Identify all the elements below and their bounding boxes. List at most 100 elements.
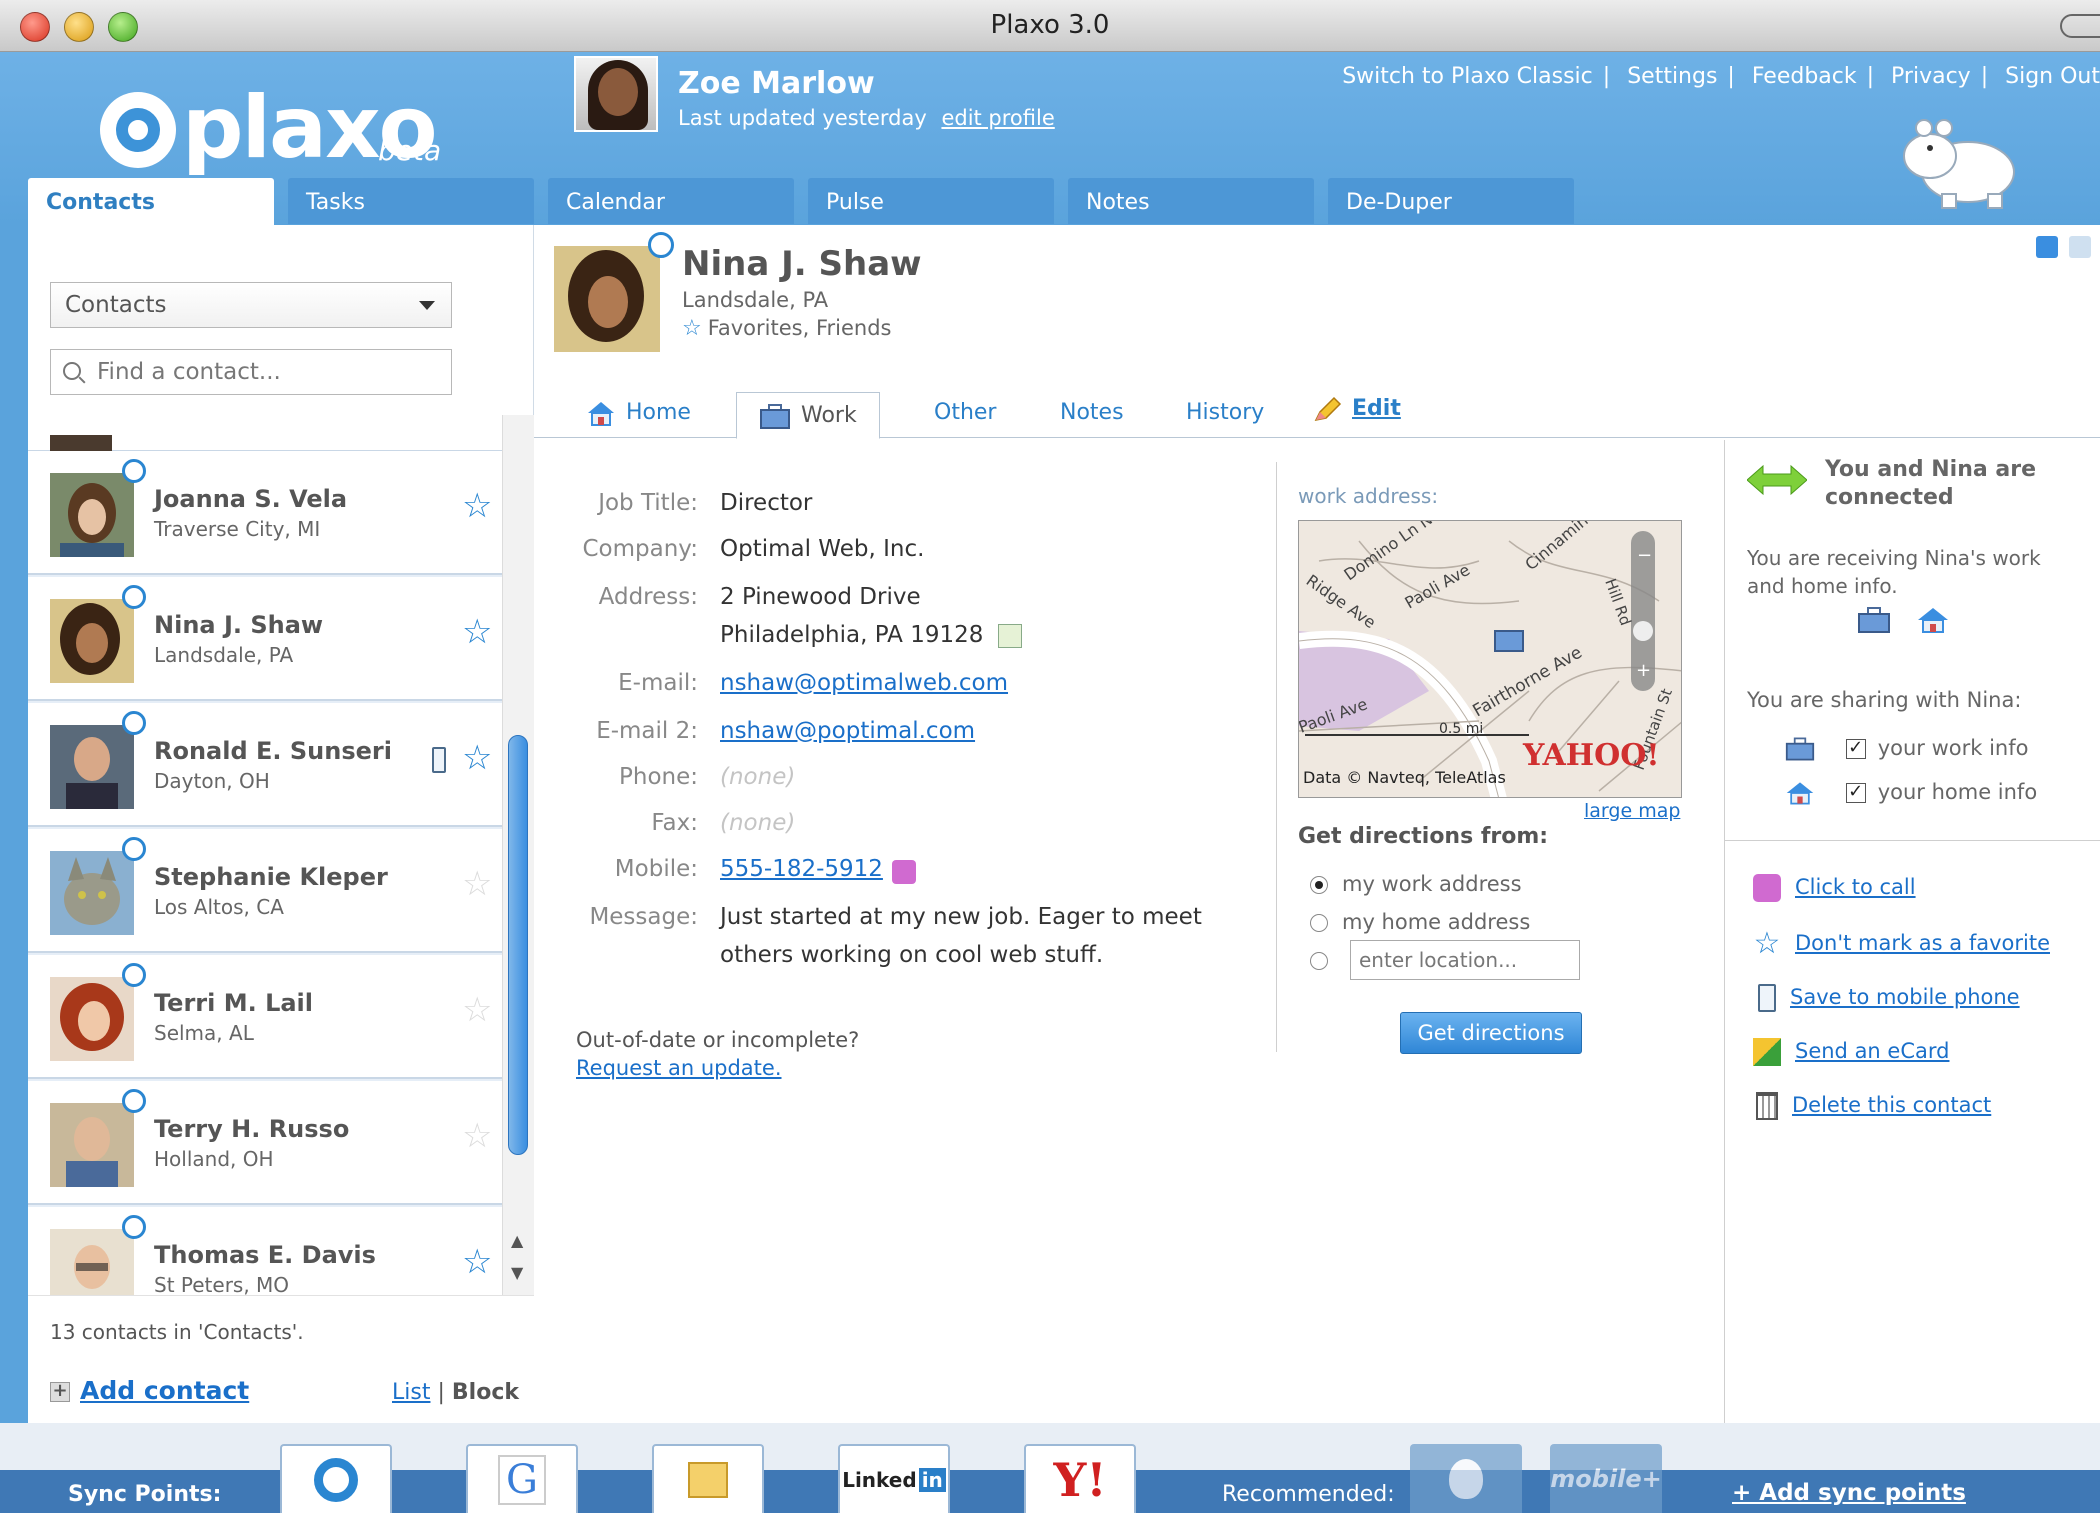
- list-item[interactable]: Terry H. Russo Holland, OH ☆: [28, 1081, 502, 1205]
- contact-photo: [50, 599, 134, 683]
- toolbar-toggle-button[interactable]: [2060, 14, 2100, 38]
- svg-text:Data © Navteq, TeleAtlas: Data © Navteq, TeleAtlas: [1303, 768, 1506, 787]
- user-avatar[interactable]: [574, 56, 658, 132]
- favorite-star-icon[interactable]: ☆: [462, 489, 492, 523]
- sync-outlook-tile[interactable]: [652, 1444, 764, 1513]
- radio-work-address[interactable]: my work address: [1310, 872, 1522, 896]
- email2-link[interactable]: nshaw@poptimal.com: [720, 718, 975, 744]
- favorite-star-icon[interactable]: ☆: [462, 1119, 492, 1153]
- favorite-star-icon[interactable]: ☆: [462, 741, 492, 775]
- list-item[interactable]: Ronald E. Sunseri Dayton, OH ☆: [28, 703, 502, 827]
- contact-group-dropdown[interactable]: Contacts: [50, 282, 452, 328]
- plaxo-logo-icon: [100, 92, 176, 168]
- contact-name: Ronald E. Sunseri: [154, 737, 392, 765]
- contact-list-scrollbar[interactable]: ▲ ▼: [502, 415, 534, 1295]
- briefcase-icon: [1785, 737, 1815, 761]
- subtab-history[interactable]: History: [1186, 400, 1264, 425]
- contact-photo: [50, 1229, 134, 1295]
- delete-contact-action[interactable]: Delete this contact: [1753, 1092, 1991, 1120]
- sync-points-label: Sync Points:: [68, 1482, 222, 1507]
- frame-edge: [0, 225, 28, 1423]
- list-item[interactable]: Joanna S. Vela Traverse City, MI ☆: [28, 451, 502, 575]
- edit-button[interactable]: Edit: [1312, 396, 1401, 422]
- sync-google-tile[interactable]: G: [466, 1444, 578, 1513]
- list-item[interactable]: Thomas E. Davis St Peters, MO ☆: [28, 1207, 502, 1295]
- list-item[interactable]: Stephanie Kleper Los Altos, CA ☆: [28, 829, 502, 953]
- block-view-label[interactable]: Block: [452, 1380, 519, 1405]
- list-view-link[interactable]: List: [392, 1380, 430, 1405]
- user-name: Zoe Marlow: [678, 66, 875, 101]
- tab-de-duper[interactable]: De-Duper: [1328, 178, 1574, 224]
- briefcase-icon: [760, 404, 790, 429]
- mobile-link[interactable]: 555-182-5912: [720, 856, 883, 882]
- call-icon[interactable]: [892, 860, 916, 884]
- tab-notes[interactable]: Notes: [1068, 178, 1314, 224]
- email-link[interactable]: nshaw@optimalweb.com: [720, 670, 1008, 696]
- radio-home-address[interactable]: my home address: [1310, 910, 1530, 934]
- favorite-star-icon[interactable]: ☆: [462, 615, 492, 649]
- plus-icon: +: [50, 1382, 70, 1402]
- get-directions-button[interactable]: Get directions: [1400, 1012, 1582, 1054]
- tab-contacts[interactable]: Contacts: [28, 178, 274, 226]
- map-icon[interactable]: [998, 624, 1022, 648]
- scrollbar-thumb[interactable]: [508, 735, 528, 1155]
- settings-link[interactable]: Settings: [1627, 64, 1717, 89]
- favorite-star-icon[interactable]: ☆: [462, 867, 492, 901]
- sync-plaxo-tile[interactable]: [280, 1444, 392, 1513]
- privacy-link[interactable]: Privacy: [1891, 64, 1971, 89]
- plaxo-logo[interactable]: plaxo beta: [100, 78, 441, 178]
- location-input[interactable]: enter location...: [1350, 940, 1580, 980]
- column-divider: [1276, 462, 1277, 1052]
- work-address-map[interactable]: − + Domino Ln N Ridge Ave Paoli Ave Cinn…: [1298, 520, 1682, 798]
- recommended-mobile-tile[interactable]: mobile+: [1550, 1444, 1662, 1513]
- favorite-star-icon[interactable]: ☆: [462, 993, 492, 1027]
- radio-button-selected[interactable]: [1310, 876, 1328, 894]
- feedback-link[interactable]: Feedback: [1752, 64, 1857, 89]
- collapse-icon[interactable]: [2036, 236, 2058, 258]
- list-item[interactable]: Nina J. Shaw Landsdale, PA ☆: [28, 577, 502, 701]
- plaxo-member-icon: [122, 1215, 146, 1239]
- tab-pulse[interactable]: Pulse: [808, 178, 1054, 224]
- add-sync-points-link[interactable]: + Add sync points: [1732, 1480, 1966, 1506]
- linkedin-icon: Linked in: [842, 1467, 946, 1492]
- edit-profile-link[interactable]: edit profile: [941, 106, 1054, 130]
- large-map-link[interactable]: large map: [1584, 800, 1680, 822]
- top-links: Switch to Plaxo Classic | Settings | Feedb…: [1342, 64, 2100, 89]
- share-work-checkbox[interactable]: ✓: [1845, 739, 1866, 759]
- radio-button[interactable]: [1310, 914, 1328, 932]
- plaxo-member-icon: [122, 1089, 146, 1113]
- list-item-partial[interactable]: [28, 415, 502, 451]
- subtab-home[interactable]: Home: [586, 400, 691, 426]
- expand-icon[interactable]: [2069, 236, 2092, 258]
- svg-text:−: −: [1637, 545, 1652, 566]
- subtab-other[interactable]: Other: [934, 400, 996, 425]
- tab-calendar[interactable]: Calendar: [548, 178, 794, 224]
- tab-tasks[interactable]: Tasks: [288, 178, 534, 224]
- unfavorite-action[interactable]: ☆ Don't mark as a favorite: [1753, 929, 2050, 959]
- add-contact-button[interactable]: + Add contact: [50, 1376, 249, 1405]
- plaxo-member-icon: [122, 459, 146, 483]
- request-update-link[interactable]: Request an update.: [576, 1056, 859, 1080]
- sign-out-link[interactable]: Sign Out: [2005, 64, 2100, 89]
- scroll-up-icon[interactable]: ▲: [511, 1231, 523, 1250]
- subtab-notes[interactable]: Notes: [1060, 400, 1124, 425]
- send-ecard-action[interactable]: Send an eCard: [1753, 1038, 1949, 1066]
- sync-yahoo-tile[interactable]: Y!: [1024, 1444, 1136, 1513]
- sync-linkedin-tile[interactable]: Linked in: [838, 1444, 950, 1513]
- radio-enter-location[interactable]: [1310, 948, 1342, 972]
- radio-button[interactable]: [1310, 952, 1328, 970]
- recommended-apple-tile[interactable]: [1410, 1444, 1522, 1513]
- switch-classic-link[interactable]: Switch to Plaxo Classic: [1342, 64, 1593, 89]
- favorite-star-icon[interactable]: ☆: [462, 1245, 492, 1279]
- home-icon: [1786, 782, 1814, 805]
- click-to-call-action[interactable]: Click to call: [1753, 874, 1916, 902]
- search-input[interactable]: Find a contact...: [50, 349, 452, 395]
- subtab-work[interactable]: Work: [736, 392, 880, 439]
- scroll-down-icon[interactable]: ▼: [511, 1263, 523, 1282]
- save-to-mobile-action[interactable]: Save to mobile phone: [1753, 984, 2020, 1012]
- mobile-phone-icon: [432, 747, 446, 773]
- add-contact-link[interactable]: Add contact: [80, 1376, 249, 1405]
- list-item[interactable]: Terri M. Lail Selma, AL ☆: [28, 955, 502, 1079]
- plaxo-member-icon: [122, 837, 146, 861]
- share-home-checkbox[interactable]: ✓: [1845, 783, 1866, 803]
